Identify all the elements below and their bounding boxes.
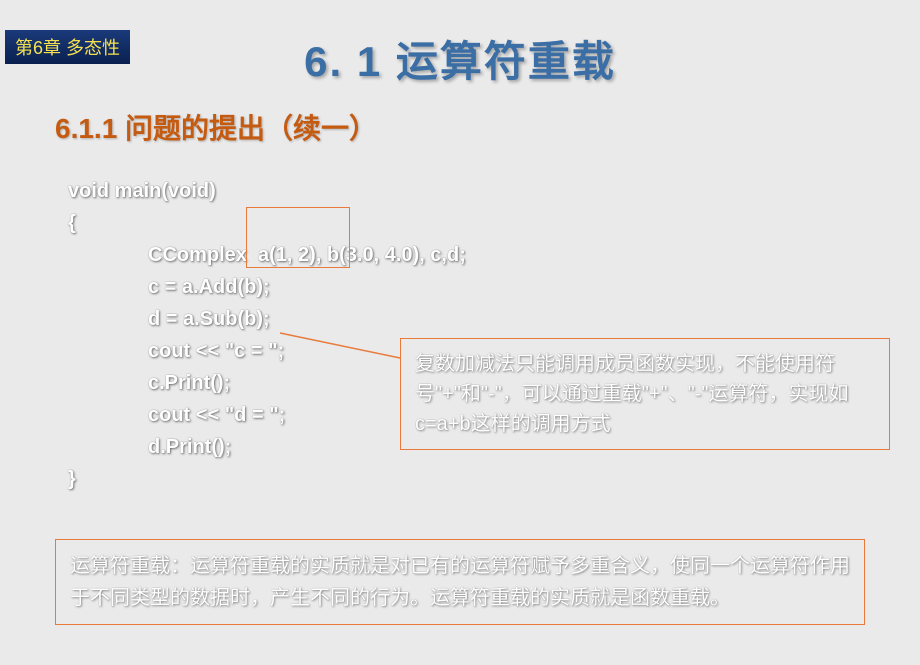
code-line: d = a.Sub(b); (68, 303, 920, 335)
code-highlight: a.Add(b); (182, 276, 270, 298)
code-text: d = (148, 308, 183, 330)
code-line: { (68, 207, 920, 239)
code-line: CComplex a(1, 2), b(3.0, 4.0), c,d; (68, 239, 920, 271)
main-title: 6. 1 运算符重载 (0, 28, 920, 89)
code-line: c = a.Add(b); (68, 271, 920, 303)
code-text: c = (148, 276, 182, 298)
code-highlight: a.Sub(b); (183, 308, 270, 330)
chapter-badge: 第6章 多态性 (5, 30, 130, 64)
callout-box: 复数加减法只能调用成员函数实现，不能使用符号"+"和"-"，可以通过重载"+"、… (400, 338, 890, 450)
code-line: } (68, 463, 920, 495)
code-line: void main(void) (68, 175, 920, 207)
summary-box: 运算符重载：运算符重载的实质就是对已有的运算符赋予多重含义，使同一个运算符作用于… (55, 539, 865, 625)
section-title: 6.1.1 问题的提出（续一） (55, 107, 920, 147)
